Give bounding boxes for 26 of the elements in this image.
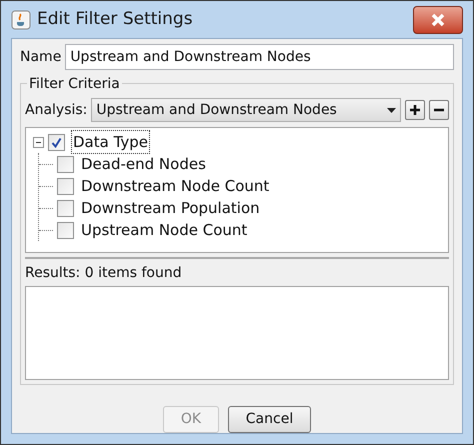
checkbox[interactable] xyxy=(48,134,65,150)
remove-button[interactable] xyxy=(429,100,449,120)
close-icon xyxy=(430,12,446,28)
checkbox[interactable] xyxy=(57,178,74,194)
tree-item-label[interactable]: Upstream Node Count xyxy=(80,218,248,242)
analysis-label: Analysis: xyxy=(25,100,88,120)
tree-item-label[interactable]: Downstream Node Count xyxy=(80,174,270,198)
plus-icon xyxy=(409,104,421,116)
cancel-button[interactable]: Cancel xyxy=(228,406,311,433)
window-title: Edit Filter Settings xyxy=(37,8,193,31)
collapse-icon[interactable] xyxy=(33,136,44,148)
tree-item-label[interactable]: Dead-end Nodes xyxy=(80,152,207,176)
caret-icon xyxy=(387,108,396,112)
cup-icon xyxy=(11,10,31,30)
tree-item-label[interactable]: Data Type xyxy=(71,130,150,154)
close-button[interactable] xyxy=(413,6,463,34)
analysis-dropdown[interactable]: Upstream and Downstream Nodes xyxy=(91,98,401,122)
name-label: Name xyxy=(20,48,62,66)
checkmark-icon xyxy=(51,136,62,148)
add-button[interactable] xyxy=(405,100,425,120)
checkbox[interactable] xyxy=(57,200,74,216)
tree-item-label[interactable]: Downstream Population xyxy=(80,196,261,220)
results-label: Results: 0 items found xyxy=(25,265,182,281)
checkbox[interactable] xyxy=(57,156,74,172)
name-field[interactable]: Upstream and Downstream Nodes xyxy=(65,44,454,70)
checkbox[interactable] xyxy=(57,222,74,238)
